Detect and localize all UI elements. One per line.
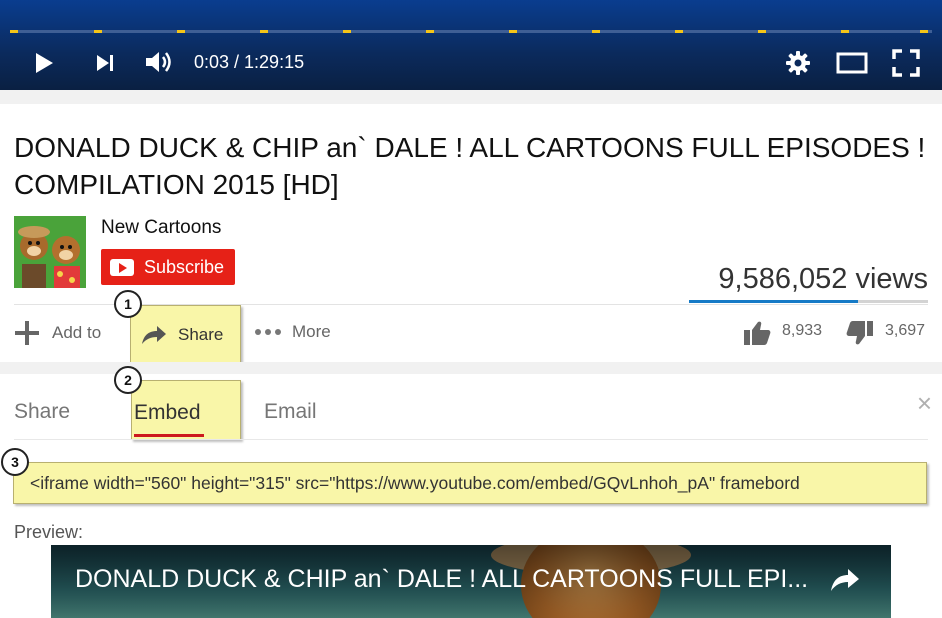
youtube-logo-icon [110, 258, 134, 276]
section-divider [0, 362, 942, 374]
fullscreen-button[interactable] [888, 46, 924, 80]
close-icon[interactable]: × [917, 388, 932, 419]
callout-marker-1: 1 [114, 290, 142, 318]
subscribe-label: Subscribe [144, 256, 225, 277]
chip-dale-avatar-icon [14, 216, 86, 288]
tab-email[interactable]: Email [264, 400, 317, 424]
chapter-marker [343, 30, 351, 33]
more-label: More [292, 322, 331, 341]
embed-code-field[interactable]: <iframe width="560" height="315" src="ht… [13, 462, 927, 504]
player-control-bar: 0:03 / 1:29:15 [0, 0, 942, 90]
subscribe-button[interactable]: Subscribe [101, 249, 235, 285]
like-count: 8,933 [782, 322, 823, 339]
channel-name[interactable]: New Cartoons [101, 217, 221, 239]
share-label: Share [178, 324, 224, 344]
fullscreen-icon [892, 49, 920, 77]
like-button[interactable] [742, 318, 772, 348]
volume-button[interactable] [141, 46, 175, 78]
tabs-divider [14, 439, 928, 440]
time-display: 0:03 / 1:29:15 [194, 52, 305, 72]
chapter-marker [592, 30, 600, 33]
more-dots-icon [255, 329, 281, 335]
settings-button[interactable] [782, 47, 814, 79]
callout-marker-2: 2 [114, 366, 142, 394]
callout-marker-3: 3 [1, 448, 29, 476]
progress-bar[interactable] [10, 30, 932, 33]
view-count: 9,586,052 views [718, 263, 928, 295]
chapter-marker [260, 30, 268, 33]
chapter-marker [920, 30, 928, 33]
embed-preview[interactable]: DONALD DUCK & CHIP an` DALE ! ALL CARTOO… [51, 545, 891, 618]
dislike-count: 3,697 [885, 322, 926, 339]
more-button[interactable]: More [254, 322, 331, 342]
like-ratio-fill [689, 300, 859, 303]
play-button[interactable] [28, 48, 60, 78]
preview-title: DONALD DUCK & CHIP an` DALE ! ALL CARTOO… [75, 565, 809, 593]
add-to-label: Add to [52, 323, 102, 342]
chapter-marker [94, 30, 102, 33]
chapter-marker [758, 30, 766, 33]
chapter-marker [509, 30, 517, 33]
gear-icon [786, 51, 810, 75]
share-arrow-icon [831, 569, 859, 591]
active-tab-indicator [134, 434, 204, 437]
add-to-button[interactable]: Add to [14, 320, 101, 346]
tab-share[interactable]: Share [14, 400, 70, 424]
chapter-marker [10, 30, 18, 33]
video-title: DONALD DUCK & CHIP an` DALE ! ALL CARTOO… [14, 132, 926, 200]
chapter-marker [177, 30, 185, 33]
share-button[interactable]: Share [130, 305, 241, 364]
volume-icon [146, 52, 171, 72]
play-icon [36, 53, 53, 73]
section-divider [0, 90, 942, 104]
plus-icon [15, 321, 39, 345]
chapter-marker [841, 30, 849, 33]
skip-next-icon [97, 55, 113, 71]
theater-mode-button[interactable] [834, 47, 870, 79]
dislike-button[interactable] [845, 318, 875, 348]
next-button[interactable] [90, 48, 120, 78]
chapter-marker [675, 30, 683, 33]
preview-label: Preview: [14, 522, 84, 542]
channel-avatar[interactable] [14, 216, 86, 288]
thumbs-down-icon [846, 321, 873, 345]
tab-embed-label: Embed [134, 401, 201, 424]
share-arrow-icon [142, 325, 166, 344]
theater-icon [836, 52, 868, 74]
thumbs-up-icon [744, 321, 771, 345]
like-ratio-bar [689, 300, 928, 303]
tab-embed[interactable]: Embed [131, 380, 241, 440]
chapter-marker [426, 30, 434, 33]
